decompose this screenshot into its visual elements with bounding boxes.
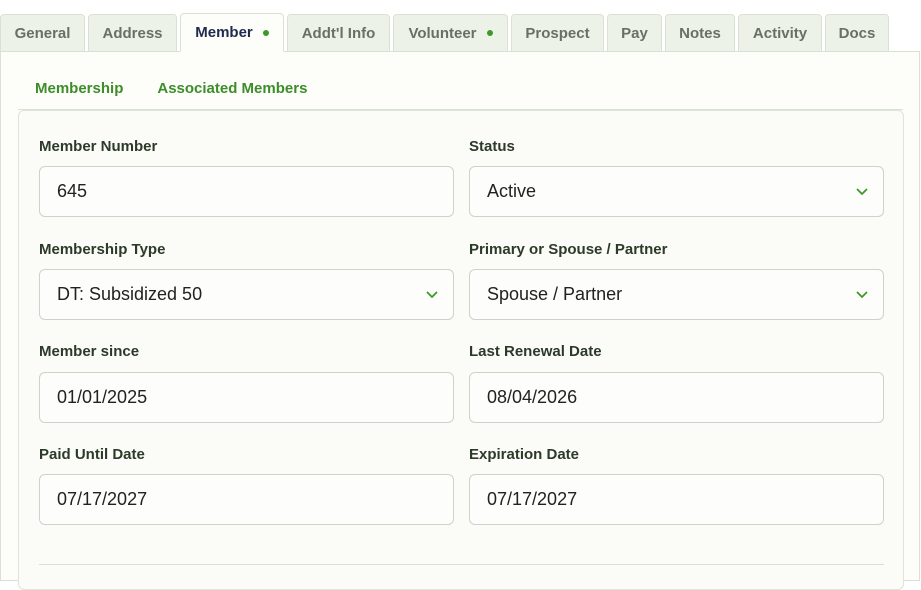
status-label: Status: [469, 138, 515, 155]
member-number-value: 645: [57, 181, 88, 201]
section-divider: [39, 564, 884, 565]
primary-or-spouse-select[interactable]: Spouse / Partner: [469, 269, 884, 320]
tab-label: Docs: [838, 24, 876, 42]
tab-pay[interactable]: Pay: [607, 14, 662, 52]
chevron-down-icon: [425, 288, 439, 302]
status-dot: [486, 30, 493, 36]
tab-label: General: [14, 24, 71, 42]
tab-docs[interactable]: Docs: [825, 14, 889, 52]
paid-until-date-input[interactable]: 07/17/2027: [39, 474, 454, 525]
status-select[interactable]: Active: [469, 166, 884, 217]
subtab-membership[interactable]: Membership: [18, 74, 140, 97]
sub-tabs: Membership Associated Members: [18, 74, 903, 110]
paid-until-date-label: Paid Until Date: [39, 446, 145, 463]
tab-general[interactable]: General: [0, 14, 85, 52]
primary-or-spouse-label: Primary or Spouse / Partner: [469, 241, 668, 258]
expiration-date-input[interactable]: 07/17/2027: [469, 474, 884, 525]
tab-prospect[interactable]: Prospect: [511, 14, 604, 52]
member-since-value: 01/01/2025: [57, 387, 148, 407]
tab-label: Member: [195, 24, 253, 41]
tab-notes[interactable]: Notes: [665, 14, 735, 52]
tab-label: Volunteer: [408, 24, 477, 42]
tab-label: Addt'l Info: [301, 24, 376, 42]
tab-address[interactable]: Address: [88, 14, 177, 52]
expiration-date-label: Expiration Date: [469, 446, 580, 463]
main-tabs: General Address Member Addt'l Info Volun…: [0, 13, 921, 52]
member-since-label: Member since: [39, 343, 140, 360]
tab-label: Prospect: [525, 24, 590, 42]
last-renewal-date-value: 08/04/2026: [487, 387, 578, 407]
tab-volunteer[interactable]: Volunteer: [393, 14, 508, 52]
membership-type-label: Membership Type: [39, 241, 166, 258]
subtab-associated-members[interactable]: Associated Members: [140, 74, 324, 97]
chevron-down-icon: [855, 185, 869, 199]
membership-type-select[interactable]: DT: Subsidized 50: [39, 269, 454, 320]
chevron-down-icon: [855, 288, 869, 302]
last-renewal-date-label: Last Renewal Date: [469, 343, 602, 360]
member-panel: Membership Associated Members Member Num…: [0, 51, 920, 590]
tab-addtl-info[interactable]: Addt'l Info: [287, 14, 390, 52]
status-dot: [262, 29, 269, 36]
status-value: Active: [487, 181, 537, 201]
paid-until-date-value: 07/17/2027: [57, 489, 148, 509]
membership-type-value: DT: Subsidized 50: [57, 284, 203, 304]
tab-label: Address: [102, 24, 163, 42]
tab-label: Activity: [752, 24, 808, 42]
last-renewal-date-input[interactable]: 08/04/2026: [469, 372, 884, 423]
tab-label: Pay: [621, 24, 648, 42]
member-number-input[interactable]: 645: [39, 166, 454, 217]
tab-activity[interactable]: Activity: [738, 14, 822, 52]
tab-label: Notes: [679, 24, 721, 42]
tab-member[interactable]: Member: [180, 13, 284, 52]
member-number-label: Member Number: [39, 138, 158, 155]
primary-or-spouse-value: Spouse / Partner: [487, 284, 623, 304]
member-since-input[interactable]: 01/01/2025: [39, 372, 454, 423]
expiration-date-value: 07/17/2027: [487, 489, 578, 509]
membership-card: Member Number 645 Status Active Membersh…: [18, 110, 904, 590]
